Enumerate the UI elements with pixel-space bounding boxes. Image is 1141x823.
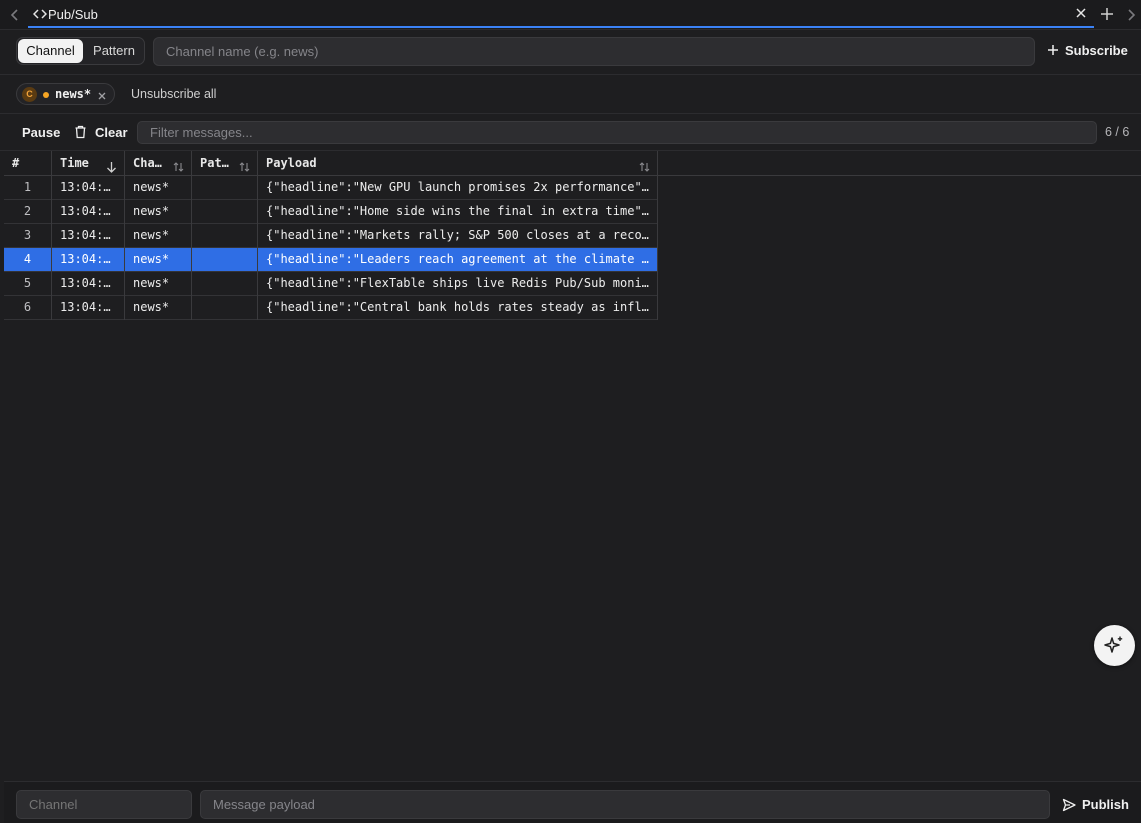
table-row[interactable]: 2 13:04:… news* {"headline":"Home side w…	[4, 200, 658, 224]
cell-channel: news*	[125, 224, 192, 248]
cell-channel: news*	[125, 200, 192, 224]
message-payload-input[interactable]	[200, 790, 1050, 819]
message-toolbar: Pause Clear 6 / 6	[0, 114, 1141, 151]
cell-time: 13:04:…	[52, 248, 125, 272]
code-brackets-icon	[32, 8, 48, 20]
tab-bar: Pub/Sub	[0, 0, 1141, 30]
table-row[interactable]: 3 13:04:… news* {"headline":"Markets ral…	[4, 224, 658, 248]
status-dot-icon	[43, 92, 49, 98]
messages-table: # Time Cha… Pat… Payload 1 13:04:… news*…	[4, 151, 1141, 781]
table-row[interactable]: 6 13:04:… news* {"headline":"Central ban…	[4, 296, 658, 320]
channel-type-badge: C	[22, 87, 37, 102]
cell-payload: {"headline":"Central bank holds rates st…	[258, 296, 658, 320]
publish-label: Publish	[1082, 797, 1129, 812]
cell-payload: {"headline":"Home side wins the final in…	[258, 200, 658, 224]
cell-number: 2	[4, 200, 52, 224]
close-icon[interactable]	[1074, 6, 1088, 20]
sort-icon[interactable]	[239, 157, 250, 172]
column-label: Cha…	[133, 156, 162, 170]
chevron-right-icon[interactable]	[1124, 7, 1138, 23]
table-row-selected[interactable]: 4 13:04:… news* {"headline":"Leaders rea…	[4, 248, 658, 272]
cell-time: 13:04:…	[52, 296, 125, 320]
message-count: 6 / 6	[1105, 125, 1130, 139]
column-label: Payload	[266, 156, 317, 170]
subscriptions-bar: C news* Unsubscribe all	[0, 75, 1141, 114]
column-label: #	[12, 156, 20, 170]
mode-toggle: Channel Pattern	[16, 37, 145, 65]
cell-payload: {"headline":"Leaders reach agreement at …	[258, 248, 658, 272]
cell-time: 13:04:…	[52, 272, 125, 296]
tab-title: Pub/Sub	[48, 7, 98, 22]
cell-payload: {"headline":"Markets rally; S&P 500 clos…	[258, 224, 658, 248]
column-label: Pat…	[200, 156, 229, 170]
cell-channel: news*	[125, 248, 192, 272]
cell-time: 13:04:…	[52, 224, 125, 248]
mode-channel-button[interactable]: Channel	[18, 39, 83, 63]
sort-descending-icon[interactable]	[106, 157, 117, 173]
clear-label: Clear	[95, 125, 128, 140]
sort-icon[interactable]	[173, 157, 184, 172]
column-header-channel[interactable]: Cha…	[125, 151, 192, 176]
mode-pattern-button[interactable]: Pattern	[84, 38, 144, 64]
pubsub-app: Pub/Sub Channel Pattern Subscribe C	[0, 0, 1141, 823]
pause-button[interactable]: Pause	[22, 125, 60, 140]
sort-icon[interactable]	[639, 157, 650, 172]
filter-input[interactable]	[137, 121, 1097, 144]
column-label: Time	[60, 156, 89, 170]
cell-pattern	[192, 224, 258, 248]
table-row[interactable]: 5 13:04:… news* {"headline":"FlexTable s…	[4, 272, 658, 296]
cell-time: 13:04:…	[52, 200, 125, 224]
chevron-left-icon[interactable]	[8, 7, 22, 23]
cell-pattern	[192, 248, 258, 272]
cell-channel: news*	[125, 296, 192, 320]
column-header-payload[interactable]: Payload	[258, 151, 658, 176]
plus-icon[interactable]	[1100, 7, 1114, 21]
subscribe-bar: Channel Pattern Subscribe	[0, 30, 1141, 75]
cell-number: 3	[4, 224, 52, 248]
column-header-pattern[interactable]: Pat…	[192, 151, 258, 176]
send-icon	[1062, 798, 1076, 812]
publish-button[interactable]: Publish	[1058, 790, 1136, 819]
column-header-number[interactable]: #	[4, 151, 52, 176]
sparkles-icon	[1104, 636, 1123, 653]
cell-number: 6	[4, 296, 52, 320]
publish-channel-input[interactable]	[16, 790, 192, 819]
cell-number: 5	[4, 272, 52, 296]
cell-payload: {"headline":"New GPU launch promises 2x …	[258, 176, 658, 200]
cell-pattern	[192, 200, 258, 224]
subscription-chip[interactable]: C news*	[16, 83, 115, 105]
ai-assistant-button[interactable]	[1094, 625, 1135, 666]
unsubscribe-all-button[interactable]: Unsubscribe all	[131, 87, 216, 101]
cell-number: 1	[4, 176, 52, 200]
cell-pattern	[192, 176, 258, 200]
table-row[interactable]: 1 13:04:… news* {"headline":"New GPU lau…	[4, 176, 658, 200]
trash-icon	[74, 125, 87, 139]
publish-bar: Publish	[4, 781, 1141, 823]
cell-number: 4	[4, 248, 52, 272]
table-header: # Time Cha… Pat… Payload	[4, 151, 1141, 176]
cell-payload: {"headline":"FlexTable ships live Redis …	[258, 272, 658, 296]
subscription-label: news*	[55, 87, 92, 101]
tab-pubsub[interactable]: Pub/Sub	[28, 2, 1094, 28]
channel-name-input[interactable]	[153, 37, 1035, 66]
cell-pattern	[192, 296, 258, 320]
clear-button[interactable]: Clear	[74, 123, 130, 143]
cell-channel: news*	[125, 176, 192, 200]
column-header-time[interactable]: Time	[52, 151, 125, 176]
remove-icon[interactable]	[97, 89, 107, 100]
cell-time: 13:04:…	[52, 176, 125, 200]
cell-channel: news*	[125, 272, 192, 296]
subscribe-button[interactable]: Subscribe	[1043, 37, 1133, 65]
plus-icon	[1047, 44, 1059, 56]
subscribe-label: Subscribe	[1065, 43, 1128, 58]
cell-pattern	[192, 272, 258, 296]
